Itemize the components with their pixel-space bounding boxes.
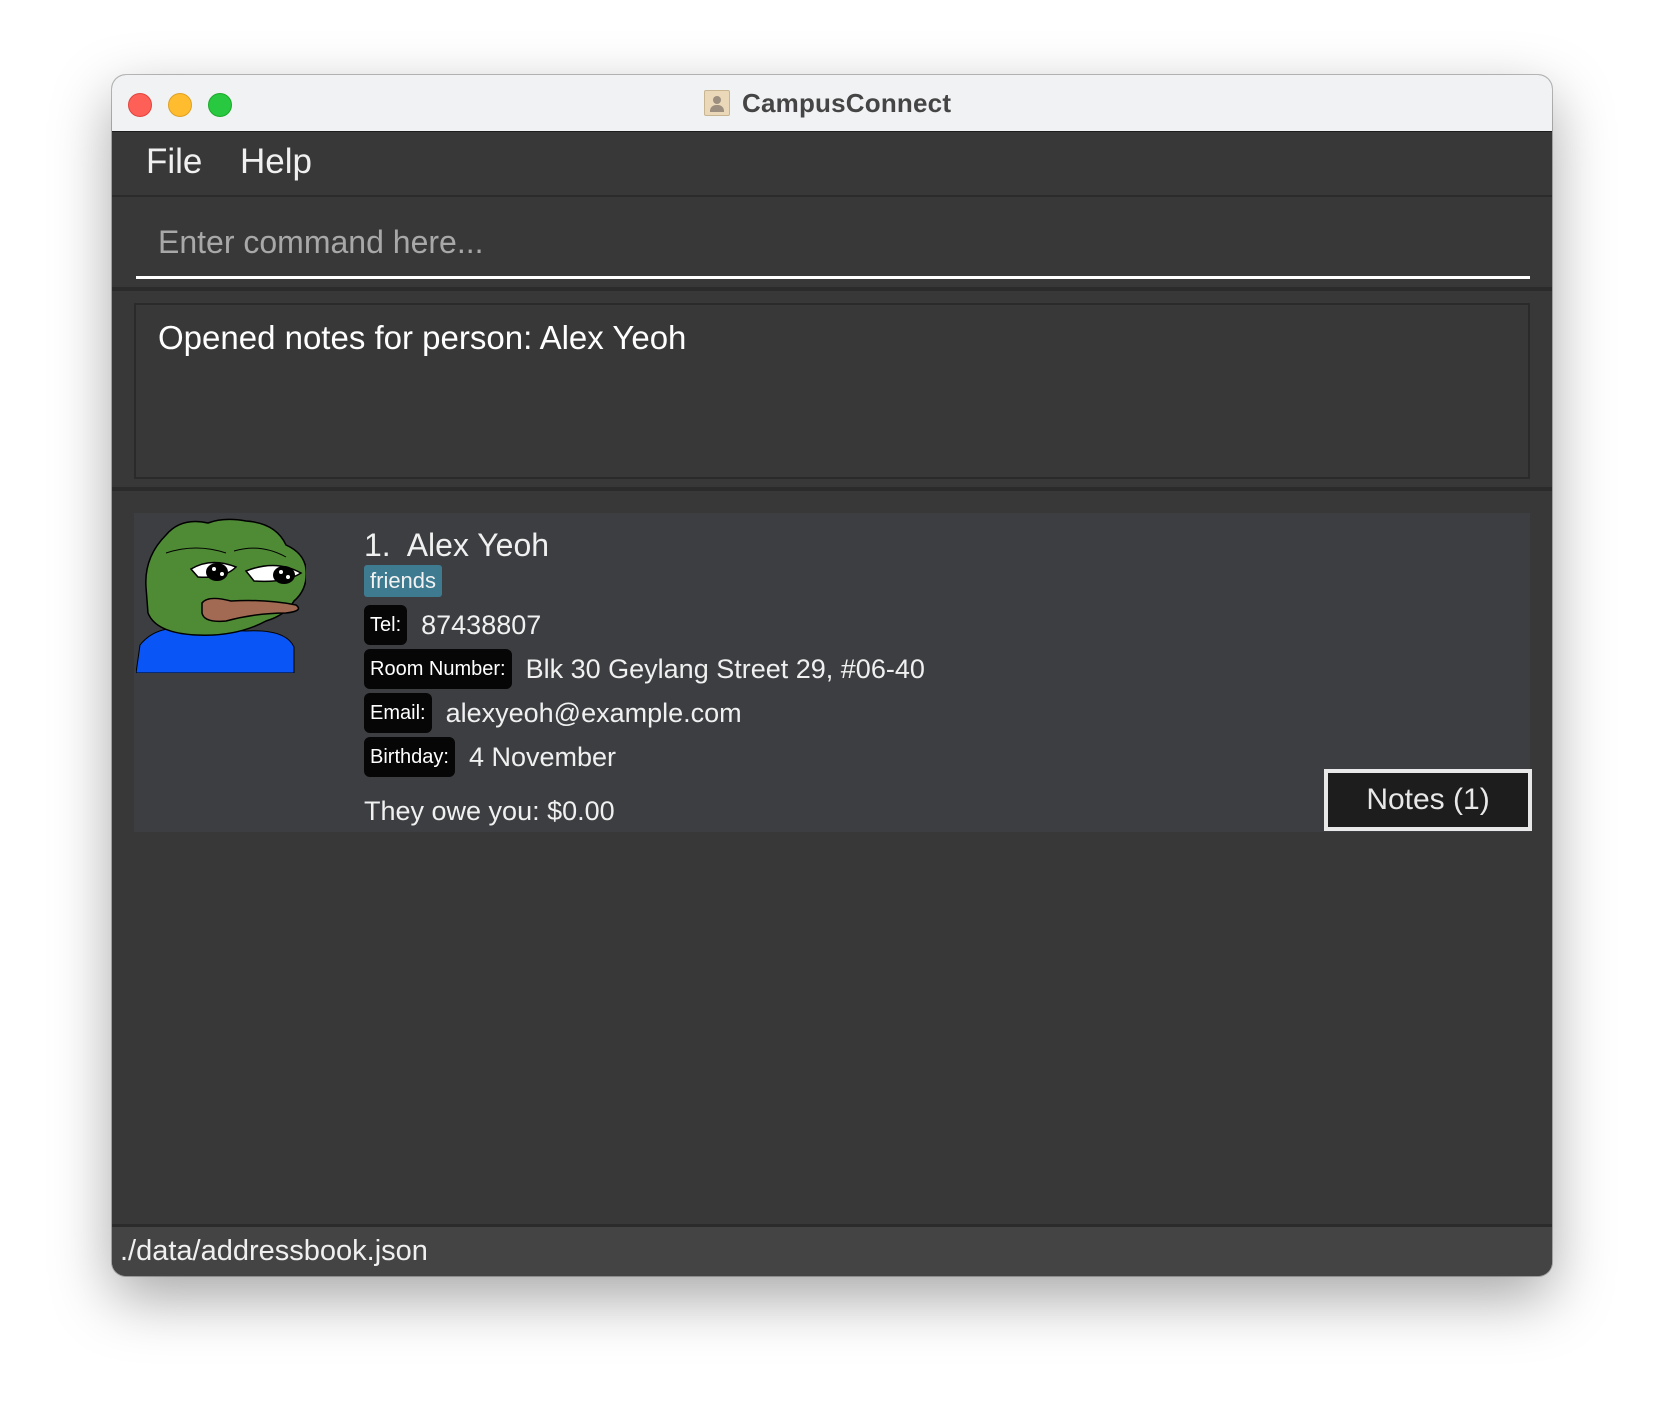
minimize-window-button[interactable] [168,93,192,117]
close-window-button[interactable] [128,93,152,117]
command-input[interactable] [136,209,1530,279]
result-display-panel: Opened notes for person: Alex Yeoh [112,291,1552,491]
address-book-icon [704,90,730,116]
status-bar: ./data/addressbook.json [112,1224,1552,1276]
person-name: 1. Alex Yeoh [364,527,550,563]
notes-button[interactable]: Notes (1) [1324,769,1532,831]
owe-amount: They owe you: $0.00 [364,796,615,826]
field-value-room-number: Blk 30 Geylang Street 29, #06-40 [525,653,925,684]
field-label-birthday: Birthday: [364,737,455,777]
field-value-email: alexyeoh@example.com [445,697,742,728]
title-bar[interactable]: CampusConnect [112,75,1552,132]
field-label-email: Email: [364,693,432,733]
window-title: CampusConnect [704,87,951,119]
field-row-tel: Tel: 87438807 [364,605,541,645]
save-file-path: ./data/addressbook.json [120,1235,428,1267]
person-card[interactable]: 1. Alex Yeoh friends Tel: 87438807 Room … [134,513,1532,832]
result-display: Opened notes for person: Alex Yeoh [134,303,1530,479]
menu-help[interactable]: Help [240,142,312,182]
field-value-birthday: 4 November [468,741,617,772]
menu-file[interactable]: File [146,142,202,182]
frog-avatar-icon [136,518,306,673]
person-list: 1. Alex Yeoh friends Tel: 87438807 Room … [112,491,1552,1224]
field-label-tel: Tel: [364,605,408,645]
field-label-room-number: Room Number: [364,649,512,689]
field-row-room-number: Room Number: Blk 30 Geylang Street 29, #… [364,649,925,689]
field-row-email: Email: alexyeoh@example.com [364,693,742,733]
tag-friends: friends [364,565,443,597]
window-title-text: CampusConnect [742,87,952,118]
result-message: Opened notes for person: Alex Yeoh [158,319,687,356]
command-box [112,197,1552,291]
menu-bar: File Help [112,132,1552,197]
field-row-birthday: Birthday: 4 November [364,737,616,777]
app-window: CampusConnect File Help Opened notes for… [112,75,1552,1276]
maximize-window-button[interactable] [208,93,232,117]
field-value-tel: 87438807 [421,609,542,640]
